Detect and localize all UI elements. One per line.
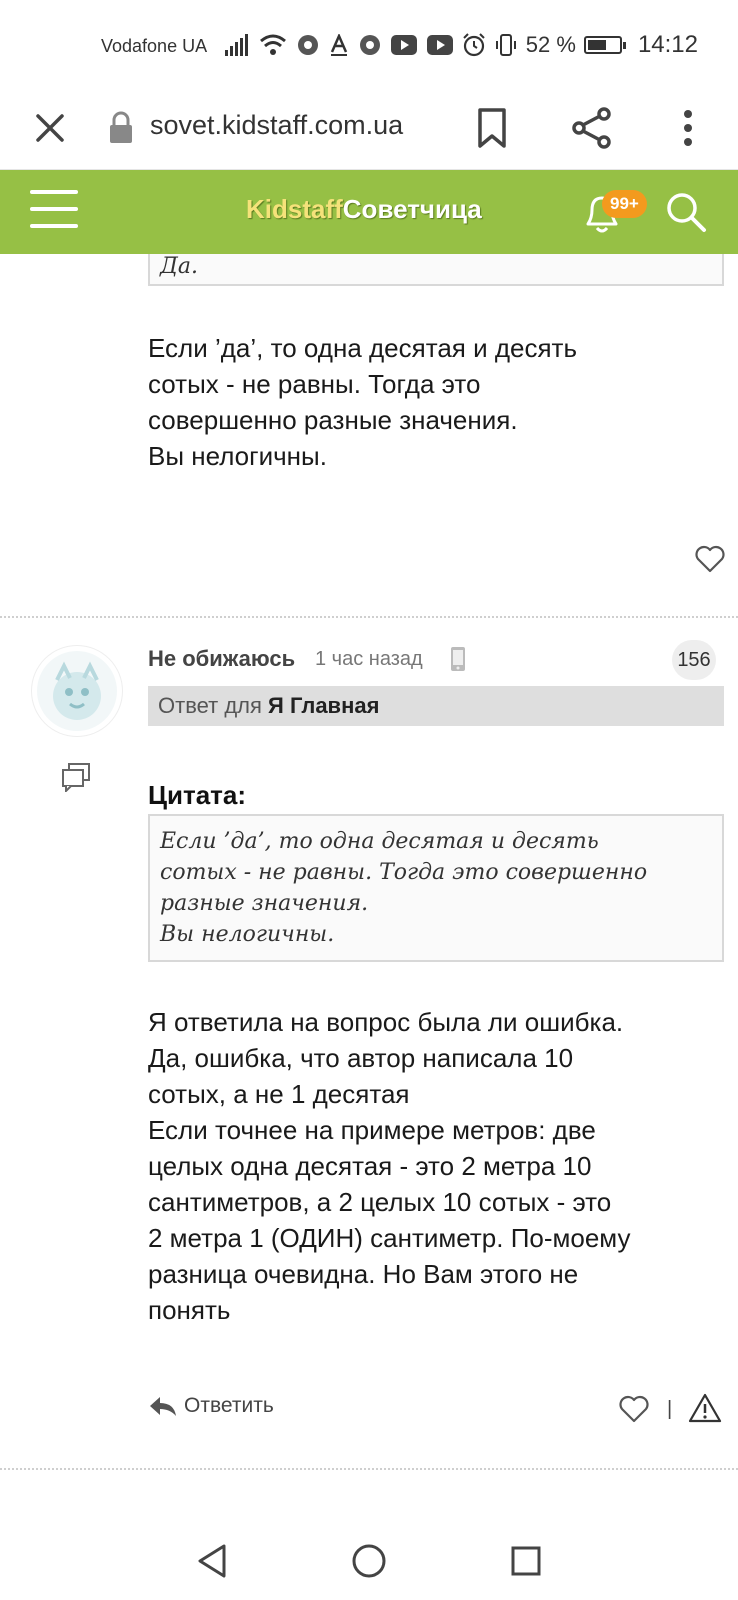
- avatar[interactable]: [32, 646, 122, 736]
- quote-tail-text: Да.: [160, 254, 198, 279]
- nav-back-icon[interactable]: [194, 1542, 230, 1580]
- reply-to-bar: Ответ для Я Главная: [148, 686, 724, 726]
- youtube-icon: [391, 35, 417, 55]
- share-icon[interactable]: [570, 106, 614, 150]
- status-icons: [225, 30, 453, 60]
- battery-icon: [583, 36, 626, 54]
- logo-sovetchica: Советчица: [342, 194, 482, 224]
- reply-button[interactable]: Ответить: [148, 1394, 274, 1418]
- reply-button-label: Ответить: [184, 1394, 274, 1417]
- like-heart-icon[interactable]: [618, 1394, 650, 1424]
- post-divider: [0, 1468, 738, 1470]
- status-bar: Vodafone UA 52 % 14:12: [0, 0, 738, 92]
- alarm-icon: [463, 33, 485, 57]
- carrier-name: Vodafone UA: [101, 36, 208, 56]
- like-heart-icon[interactable]: [694, 544, 726, 574]
- url-field[interactable]: sovet.kidstaff.com.ua: [150, 110, 403, 141]
- quote-label: Цитата:: [148, 780, 247, 810]
- post-text: Если ’да’, то одна десятая и десять соты…: [148, 333, 577, 471]
- reply-arrow-icon: [150, 1397, 176, 1416]
- nav-recents-icon[interactable]: [510, 1544, 542, 1578]
- nav-home-icon[interactable]: [350, 1542, 388, 1580]
- chrome-icon-2: [360, 35, 380, 55]
- font-icon: [330, 34, 348, 56]
- post-divider: [0, 616, 738, 618]
- battery-percent: 52 %: [525, 32, 576, 57]
- post-count-badge: 156: [672, 640, 716, 680]
- bookmark-icon[interactable]: [474, 106, 510, 150]
- quote-box: Если ’да’, то одна десятая и десять соты…: [148, 814, 724, 962]
- action-separator: |: [667, 1398, 673, 1420]
- search-icon[interactable]: [664, 190, 708, 234]
- wifi-icon: [260, 34, 286, 55]
- signal-icon: [225, 34, 248, 56]
- quote-reply-icon[interactable]: [60, 762, 92, 792]
- post-text-reply: Я ответила на вопрос была ли ошибка. Да,…: [148, 1007, 631, 1325]
- more-vert-icon[interactable]: [676, 106, 700, 150]
- quote-box-previous: Да.: [148, 254, 724, 286]
- site-header: KidstaffСоветчица 99+: [0, 170, 738, 254]
- quote-text: Если ’да’, то одна десятая и десять соты…: [160, 829, 648, 947]
- status-right: 52 % 14:12: [462, 30, 698, 60]
- report-warning-icon[interactable]: [688, 1392, 722, 1424]
- chrome-icon: [298, 35, 318, 55]
- logo-kidstaff: Kidstaff: [246, 194, 343, 224]
- lock-icon: [110, 111, 132, 143]
- youtube-icon-2: [427, 35, 453, 55]
- thread-content: Да. Если ’да’, то одна десятая и десять …: [0, 254, 738, 1524]
- clock: 14:12: [637, 31, 698, 58]
- post-author[interactable]: Не обижаюсь: [148, 646, 295, 672]
- post-time: 1 час назад: [315, 648, 423, 670]
- post-actions: Ответить |: [148, 1390, 724, 1430]
- browser-toolbar: sovet.kidstaff.com.ua: [0, 92, 738, 170]
- system-nav-bar: [0, 1524, 738, 1600]
- hamburger-menu-icon[interactable]: [30, 190, 78, 232]
- notifications-badge[interactable]: 99+: [602, 190, 647, 218]
- reply-to-prefix: Ответ для: [158, 693, 262, 718]
- battery-level: [587, 40, 606, 50]
- site-logo[interactable]: KidstaffСоветчица: [246, 194, 482, 225]
- vibrate-icon: [495, 34, 516, 56]
- reply-to-user[interactable]: Я Главная: [268, 693, 379, 718]
- mobile-device-icon: [451, 647, 465, 671]
- close-icon[interactable]: [30, 108, 70, 148]
